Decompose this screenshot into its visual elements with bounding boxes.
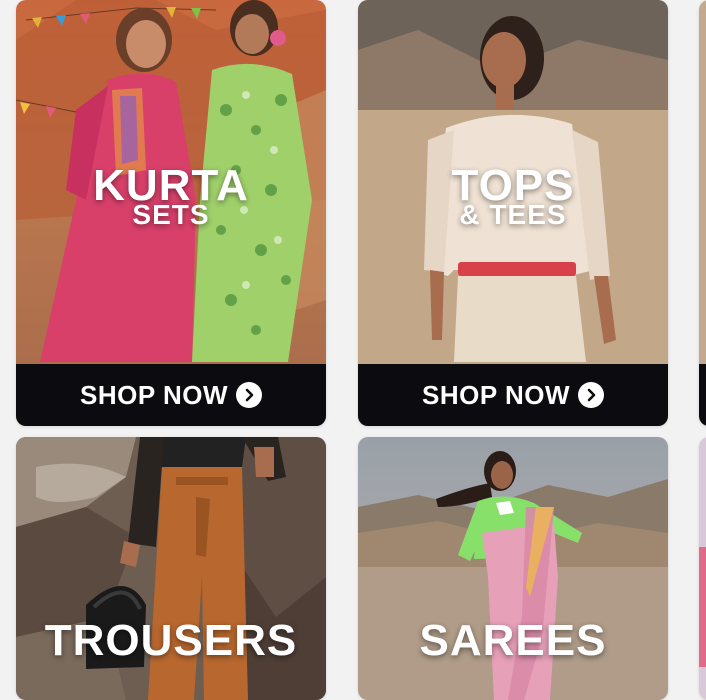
category-tile-trousers[interactable]: TROUSERS xyxy=(16,437,326,700)
chevron-right-circle-icon xyxy=(577,382,604,408)
tile-title: TROUSERS xyxy=(44,616,298,665)
category-tile-sarees[interactable]: SAREES xyxy=(358,437,668,700)
category-tile-kurta-sets[interactable]: KURTA SETS SHOP NOW xyxy=(16,0,326,426)
category-grid: KURTA SETS SHOP NOW TOPS & TEES SHOP NOW… xyxy=(0,0,706,700)
tile-title: SAREES xyxy=(419,616,607,665)
category-tile-tops-tees[interactable]: TOPS & TEES SHOP NOW xyxy=(358,0,668,426)
shop-now-button-partial xyxy=(699,364,706,426)
tile-subtitle: & TEES xyxy=(459,199,567,230)
shop-now-button[interactable]: SHOP NOW xyxy=(358,364,668,426)
shop-now-label: SHOP NOW xyxy=(80,379,228,410)
shop-now-label: SHOP NOW xyxy=(422,379,570,410)
chevron-right-circle-icon xyxy=(235,382,262,408)
shop-now-button[interactable]: SHOP NOW xyxy=(16,364,326,426)
tile-subtitle: SETS xyxy=(132,199,210,230)
category-tile-next[interactable] xyxy=(699,0,706,426)
category-tile-next-2[interactable] xyxy=(699,437,706,700)
